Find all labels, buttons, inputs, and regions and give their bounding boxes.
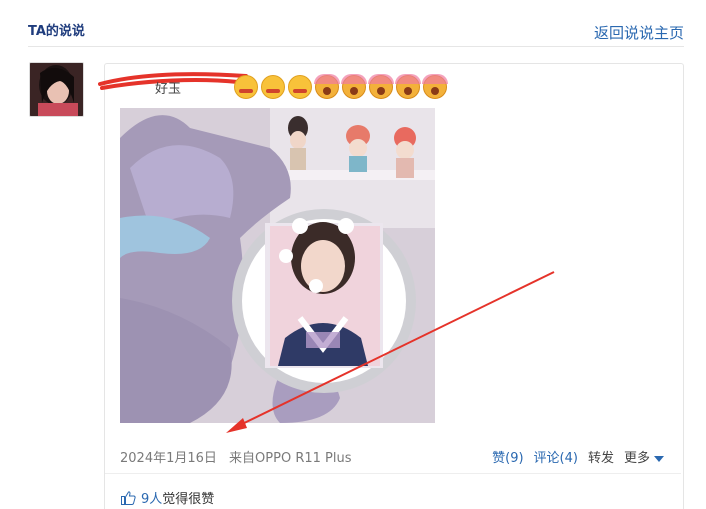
scream-face-icon — [341, 74, 367, 99]
divider — [105, 473, 681, 474]
avatar-image — [30, 63, 83, 116]
avatar[interactable] — [29, 62, 84, 117]
scream-face-icon — [422, 74, 448, 99]
likes-summary: 9人觉得很赞 — [121, 488, 214, 507]
comment-button[interactable]: 评论(4) — [534, 447, 578, 466]
sleepy-face-icon — [288, 75, 312, 99]
back-to-main-link[interactable]: 返回说说主页 — [594, 22, 684, 43]
thumbs-up-icon — [121, 490, 136, 505]
chevron-down-icon — [654, 455, 664, 462]
page-title: TA的说说 — [28, 24, 85, 39]
post-meta: 2024年1月16日 来自OPPO R11 Plus — [120, 447, 360, 466]
scream-face-icon — [368, 74, 394, 99]
more-button[interactable]: 更多 — [624, 447, 664, 466]
sleepy-face-icon — [261, 75, 285, 99]
post-photo[interactable] — [120, 108, 435, 423]
page: TA的说说 返回说说主页 好玉 2024年1月16日 来自OPPO R11 Pl… — [0, 0, 706, 509]
emoji-row — [234, 74, 448, 100]
likes-count[interactable]: 9人 — [141, 492, 162, 507]
likes-text: 觉得很赞 — [162, 492, 215, 507]
sleepy-face-icon — [234, 75, 258, 99]
scream-face-icon — [314, 74, 340, 99]
page-header: TA的说说 返回说说主页 — [28, 14, 684, 47]
post-source: 来自OPPO R11 Plus — [229, 451, 352, 466]
post-date: 2024年1月16日 — [120, 451, 217, 466]
more-label: 更多 — [623, 451, 650, 466]
share-button[interactable]: 转发 — [588, 447, 614, 466]
post-actions: 赞(9) 评论(4) 转发 更多 — [492, 447, 664, 466]
like-button[interactable]: 赞(9) — [492, 447, 523, 466]
scream-face-icon — [395, 74, 421, 99]
photo-image — [120, 108, 435, 423]
post-text-fragment: 好玉 — [155, 82, 182, 97]
